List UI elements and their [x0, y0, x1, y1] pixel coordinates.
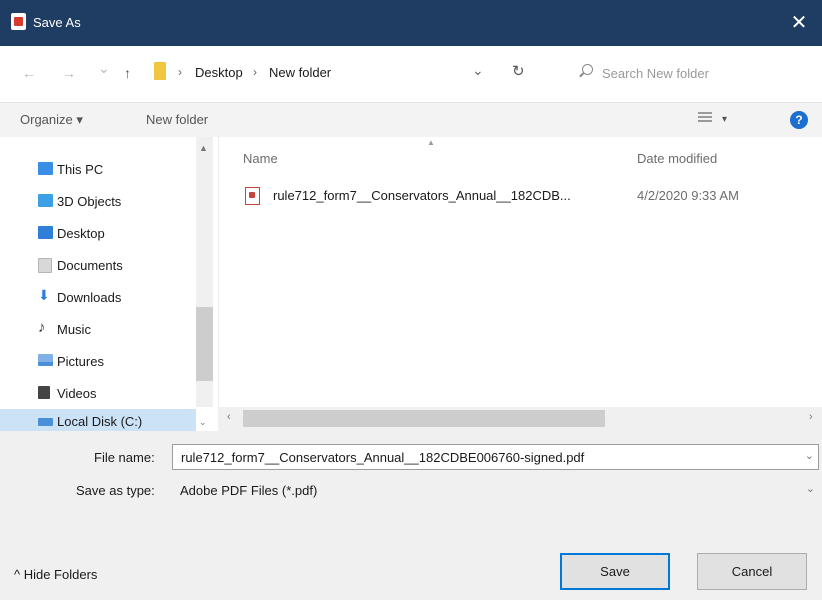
view-dropdown-icon[interactable]: ▾: [722, 114, 727, 125]
nav-item-downloads[interactable]: ⬇ Downloads: [38, 285, 194, 311]
folder-icon: [154, 62, 166, 80]
file-name-label: File name:: [94, 450, 155, 465]
save-type-value[interactable]: Adobe PDF Files (*.pdf): [180, 483, 317, 498]
nav-item-this-pc[interactable]: This PC: [38, 157, 194, 183]
close-icon[interactable]: ✕: [776, 0, 822, 46]
nav-item-desktop[interactable]: Desktop: [38, 221, 194, 247]
videos-icon: [38, 386, 50, 399]
horizontal-scrollbar-thumb[interactable]: [243, 410, 605, 427]
nav-item-label: Local Disk (C:): [57, 414, 143, 429]
file-name[interactable]: rule712_form7__Conservators_Annual__182C…: [273, 188, 571, 203]
column-header-date-modified[interactable]: Date modified: [637, 151, 717, 166]
file-name-value[interactable]: rule712_form7__Conservators_Annual__182C…: [181, 450, 584, 465]
hide-folders-button[interactable]: ^ Hide Folders: [14, 567, 97, 582]
disk-icon: [38, 418, 53, 426]
file-row[interactable]: rule712_form7__Conservators_Annual__182C…: [239, 185, 799, 209]
command-toolbar: Organize ▾ New folder ▾ ?: [0, 102, 822, 138]
nav-item-videos[interactable]: Videos: [38, 381, 194, 407]
nav-scrollbar-thumb[interactable]: [196, 307, 213, 381]
search-icon: [582, 64, 593, 75]
cube-icon: [38, 194, 53, 207]
breadcrumb-new-folder[interactable]: New folder: [269, 65, 331, 80]
view-options-icon[interactable]: [698, 112, 712, 126]
nav-item-label: Downloads: [57, 290, 122, 305]
scroll-up-arrow-icon[interactable]: ▲: [199, 143, 208, 153]
save-button[interactable]: Save: [560, 553, 670, 590]
search-box[interactable]: [570, 56, 810, 90]
horizontal-scrollbar[interactable]: ‹ ›: [219, 407, 822, 431]
save-as-dialog: Save As ✕ ← → ⌄ ↑ › Desktop › New folder…: [0, 0, 822, 600]
nav-item-3d-objects[interactable]: 3D Objects: [38, 189, 194, 215]
refresh-icon[interactable]: ↻: [512, 62, 525, 80]
scroll-down-arrow-icon[interactable]: ⌄: [199, 417, 207, 428]
save-form: File name: rule712_form7__Conservators_A…: [0, 431, 822, 600]
pdf-file-icon: [245, 187, 260, 205]
nav-item-label: Documents: [57, 258, 123, 273]
pictures-icon: [38, 354, 53, 366]
save-type-dropdown-icon[interactable]: ⌄: [806, 482, 815, 495]
save-type-label: Save as type:: [76, 483, 155, 498]
nav-item-music[interactable]: ♪ Music: [38, 317, 194, 343]
music-icon: ♪: [38, 319, 46, 336]
nav-item-pictures[interactable]: Pictures: [38, 349, 194, 375]
up-arrow-icon[interactable]: ↑: [124, 65, 131, 81]
file-name-field[interactable]: rule712_form7__Conservators_Annual__182C…: [172, 444, 819, 470]
sort-indicator-icon: ▲: [427, 138, 435, 147]
cancel-button[interactable]: Cancel: [697, 553, 807, 590]
documents-icon: [38, 258, 52, 273]
nav-item-documents[interactable]: Documents: [38, 253, 194, 279]
pdf-app-icon: [11, 13, 26, 30]
breadcrumb[interactable]: › Desktop › New folder ⌄: [150, 56, 530, 90]
breadcrumb-separator[interactable]: ›: [253, 65, 257, 79]
back-arrow-icon[interactable]: ←: [22, 65, 36, 81]
new-folder-button[interactable]: New folder: [146, 112, 208, 127]
title-bar[interactable]: Save As ✕: [0, 0, 822, 46]
column-header-name[interactable]: Name: [243, 151, 278, 166]
window-title: Save As: [33, 15, 81, 30]
scroll-left-arrow-icon[interactable]: ‹: [227, 411, 231, 423]
file-name-dropdown-icon[interactable]: ⌄: [805, 449, 814, 462]
nav-item-label: Desktop: [57, 226, 105, 241]
nav-item-local-disk[interactable]: Local Disk (C:): [0, 409, 196, 431]
recent-locations-icon[interactable]: ⌄: [98, 60, 110, 77]
nav-item-label: 3D Objects: [57, 194, 122, 209]
nav-item-label: Music: [57, 322, 91, 337]
nav-item-label: Videos: [57, 386, 97, 401]
computer-icon: [38, 162, 53, 175]
navigation-pane[interactable]: This PC 3D Objects Desktop Documents ⬇ D…: [0, 137, 218, 431]
address-dropdown-icon[interactable]: ⌄: [472, 62, 484, 79]
nav-item-label: Pictures: [57, 354, 104, 369]
organize-button[interactable]: Organize ▾: [20, 112, 83, 128]
download-icon: ⬇: [38, 287, 50, 303]
desktop-icon: [38, 226, 53, 239]
file-date: 4/2/2020 9:33 AM: [637, 188, 739, 203]
nav-item-label: This PC: [57, 162, 104, 177]
search-input[interactable]: [600, 62, 804, 84]
breadcrumb-separator[interactable]: ›: [178, 65, 182, 79]
scroll-right-arrow-icon[interactable]: ›: [809, 411, 813, 423]
forward-arrow-icon[interactable]: →: [62, 65, 76, 81]
address-bar: ← → ⌄ ↑ › Desktop › New folder ⌄ ↻: [0, 46, 822, 102]
save-type-select[interactable]: Adobe PDF Files (*.pdf) ⌄: [172, 479, 819, 503]
help-icon[interactable]: ?: [790, 111, 808, 129]
file-list[interactable]: Name ▲ Date modified rule712_form7__Cons…: [219, 137, 822, 407]
breadcrumb-desktop[interactable]: Desktop: [195, 65, 243, 80]
